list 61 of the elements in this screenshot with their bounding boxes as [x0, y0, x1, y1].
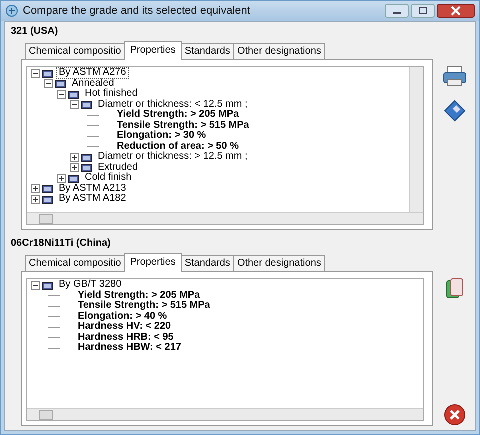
printer-icon[interactable]: [443, 66, 467, 88]
property-text: Yield Strength: > 205 MPa: [78, 290, 200, 301]
tab[interactable]: Standards: [180, 255, 234, 271]
tree-item[interactable]: Cold finish: [83, 173, 134, 184]
tree-item[interactable]: By ASTM A182: [57, 194, 128, 204]
expander-icon[interactable]: [31, 194, 40, 204]
tab[interactable]: Chemical compositio: [25, 255, 126, 271]
property-text: Hardness HBW: < 217: [78, 343, 182, 354]
horizontal-scrollbar[interactable]: [27, 212, 423, 224]
property-text: Tensile Strength: > 515 MPa: [78, 301, 210, 312]
tab[interactable]: Standards: [180, 43, 234, 59]
folder-icon: [42, 280, 53, 290]
tab[interactable]: Properties: [124, 41, 182, 60]
property-text: Yield Strength: > 205 MPa: [117, 110, 240, 120]
app-icon: [5, 4, 19, 18]
maximize-icon[interactable]: [411, 4, 435, 18]
property-text: Reduction of area: > 50 %: [117, 142, 239, 152]
grade-heading: 06Cr18Ni11Ti (China): [11, 238, 112, 249]
folder-icon: [55, 79, 66, 88]
expander-icon[interactable]: [57, 90, 66, 99]
expander-icon[interactable]: [31, 280, 40, 290]
tab[interactable]: Properties: [124, 253, 182, 272]
horizontal-scrollbar[interactable]: [27, 408, 423, 420]
grade-heading: 321 (USA): [11, 26, 60, 37]
tree-item[interactable]: Annealed: [70, 78, 116, 89]
folder-icon: [81, 152, 92, 162]
close-icon[interactable]: [444, 404, 466, 426]
tab[interactable]: Other designations: [233, 43, 326, 59]
tree-item[interactable]: By ASTM A276: [57, 68, 128, 78]
folder-icon: [81, 163, 92, 172]
folder-icon: [81, 100, 92, 110]
expander-icon[interactable]: [44, 79, 53, 88]
property-text: Hardness HV: < 220: [78, 322, 172, 332]
folder-icon: [68, 174, 79, 183]
expander-icon[interactable]: [70, 100, 79, 110]
expander-icon[interactable]: [70, 152, 79, 162]
close-icon[interactable]: [437, 4, 475, 18]
minimize-icon[interactable]: [385, 4, 409, 18]
tree-item[interactable]: By ASTM A213: [57, 184, 128, 194]
window-title: Compare the grade and its selected equivalent: [23, 5, 252, 17]
folder-icon: [42, 68, 53, 78]
tree-item[interactable]: Hot finished: [83, 89, 140, 100]
property-text: Hardness HRB: < 95: [78, 332, 174, 343]
expander-icon[interactable]: [57, 174, 66, 183]
vertical-scrollbar[interactable]: [409, 67, 423, 212]
property-text: Elongation: > 30 %: [117, 131, 206, 142]
tree-item[interactable]: Diametr or thickness: < 12.5 mm ;: [96, 100, 250, 110]
tree-item[interactable]: By GB/T 3280: [57, 280, 124, 290]
copy-document-icon[interactable]: [446, 278, 464, 300]
tab[interactable]: Other designations: [233, 255, 326, 271]
property-text: Tensile Strength: > 515 MPa: [117, 120, 250, 131]
folder-icon: [68, 90, 79, 99]
expander-icon[interactable]: [70, 163, 79, 172]
expander-icon[interactable]: [31, 184, 40, 194]
tree-item[interactable]: Extruded: [96, 162, 140, 173]
property-text: Elongation: > 40 %: [78, 312, 168, 322]
folder-icon: [42, 184, 53, 194]
tree-item[interactable]: Diametr or thickness: > 12.5 mm ;: [96, 152, 250, 162]
folder-icon: [42, 194, 53, 204]
tab[interactable]: Chemical compositio: [25, 43, 126, 59]
expander-icon[interactable]: [31, 68, 40, 78]
